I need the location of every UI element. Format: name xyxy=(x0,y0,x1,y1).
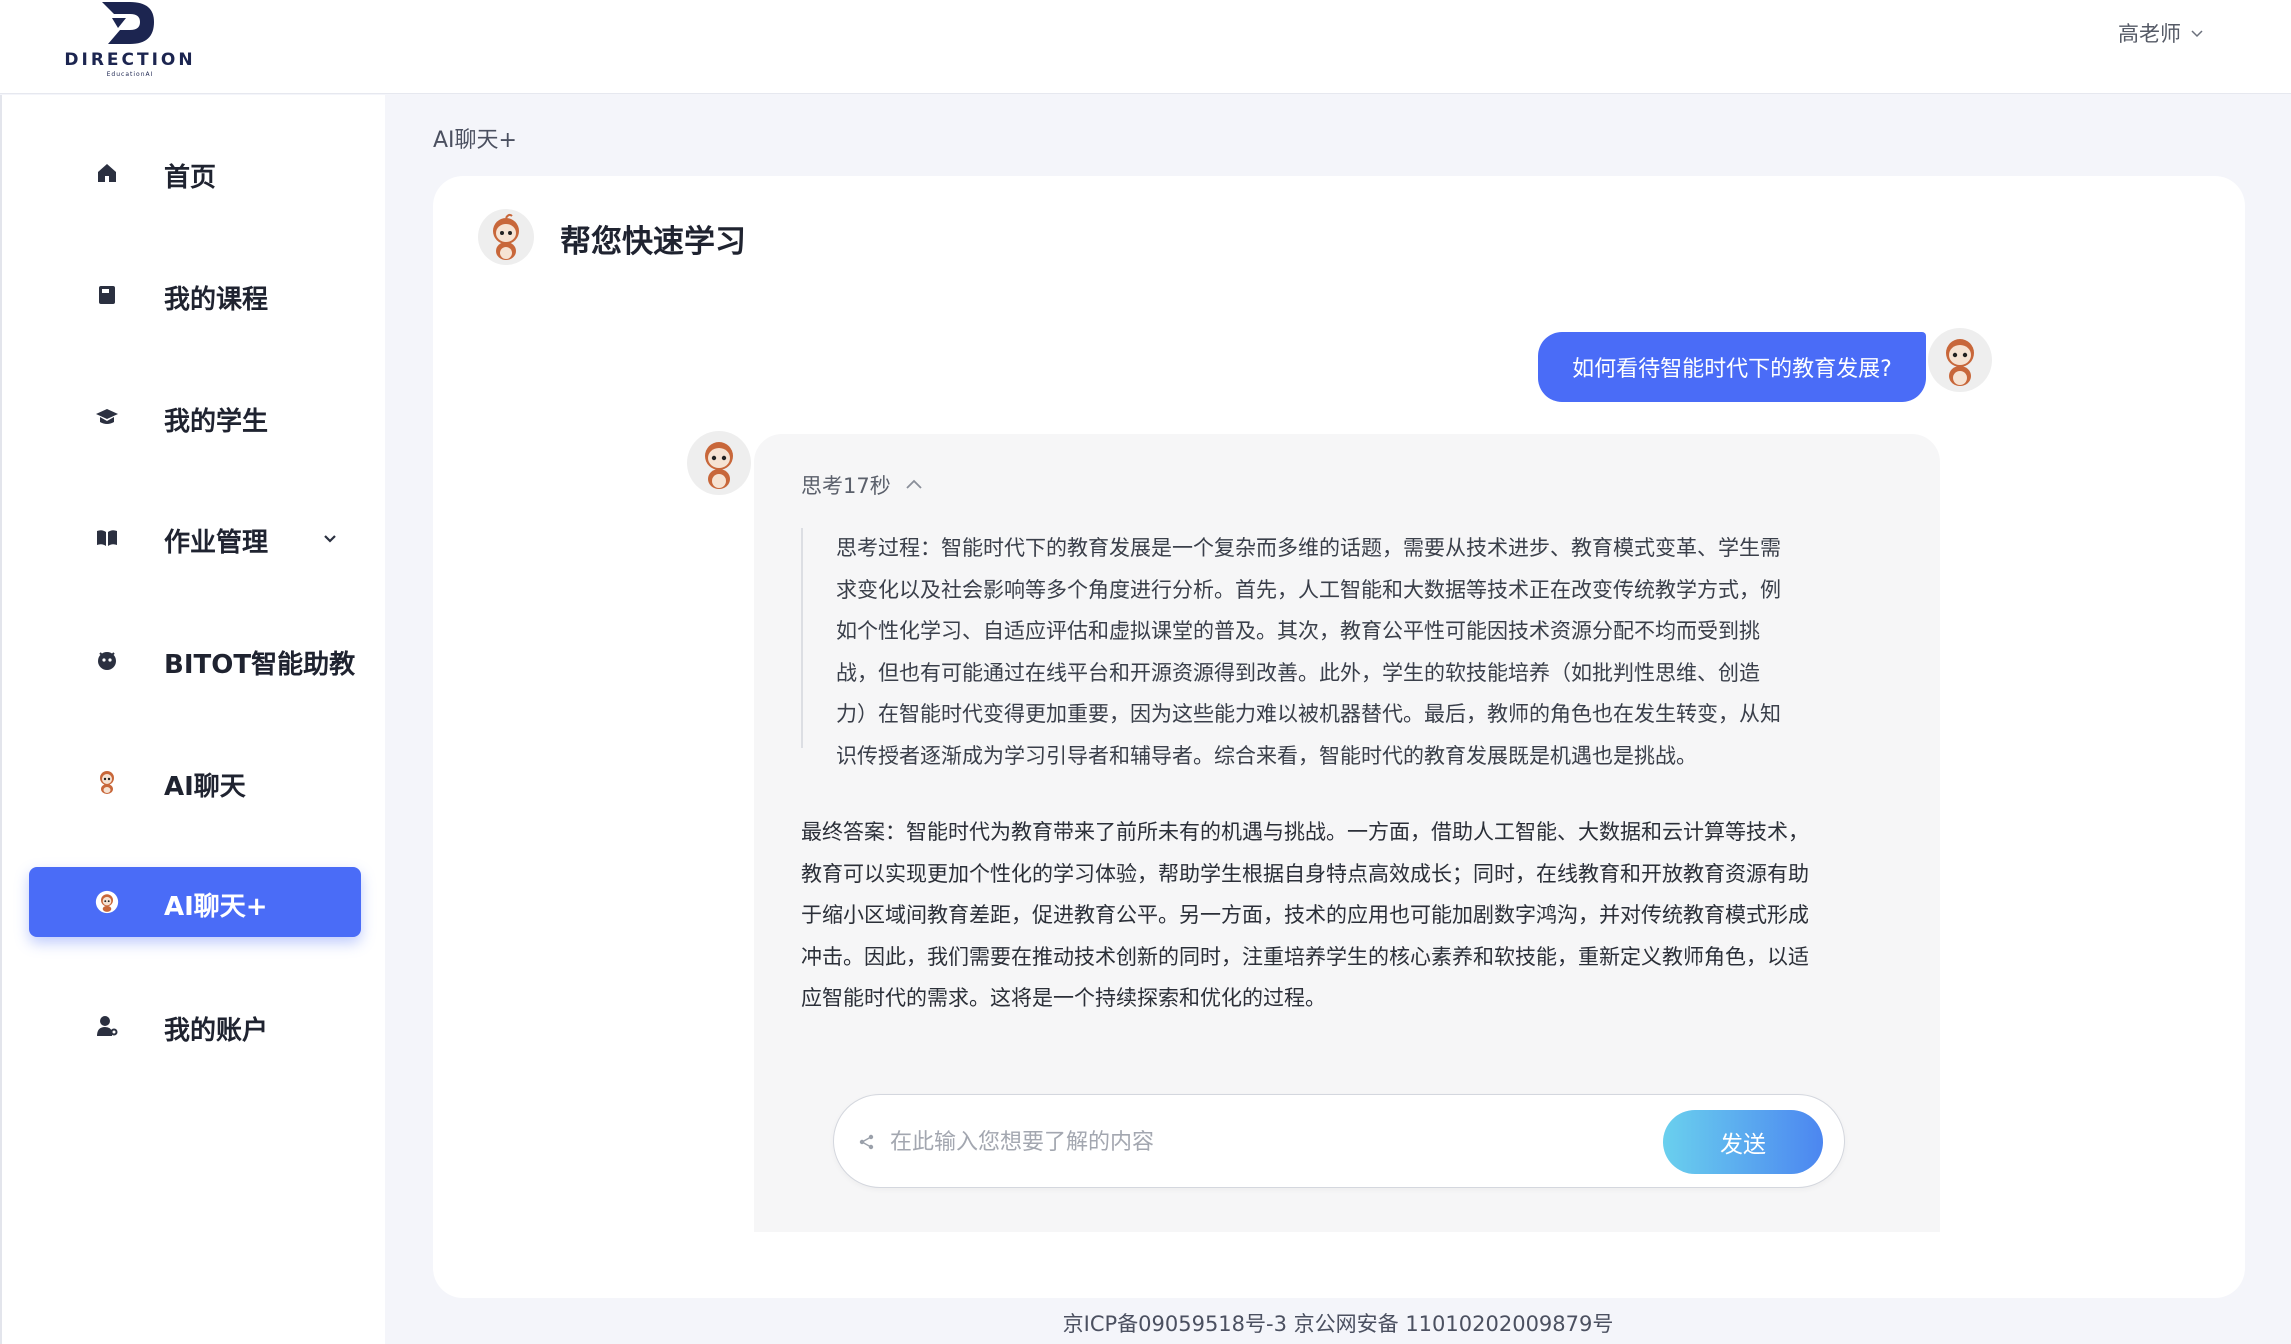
chevron-up-icon xyxy=(906,479,922,489)
logo-text: DIRECTION xyxy=(64,50,196,70)
final-answer-block: 最终答案：智能时代为教育带来了前所未有的机遇与挑战。一方面，借助人工智能、大数据… xyxy=(801,812,1901,1020)
answer-line: 冲击。因此，我们需要在推动技术创新的同时，注重培养学生的核心素养和软技能，重新定… xyxy=(801,944,1809,969)
user-icon xyxy=(95,1014,119,1038)
sidebar-item-label: 作业管理 xyxy=(164,528,269,558)
chat-input-box: 发送 xyxy=(833,1094,1845,1188)
footer-icp-text: 京ICP备09059518号-3 京公网安备 11010202009879号 xyxy=(1062,1312,1614,1336)
thinking-line: 识传授者逐渐成为学习引导者和辅导者。综合来看，智能时代的教育发展既是机遇也是挑战… xyxy=(836,743,1697,768)
thinking-line: 力）在智能时代变得更加重要，因为这些能力难以被机器替代。最后，教师的角色也在发生… xyxy=(836,702,1781,727)
sidebar-item-my-account[interactable]: 我的账户 xyxy=(29,991,361,1061)
chevron-down-icon xyxy=(2191,30,2203,38)
thinking-line: 如个性化学习、自适应评估和虚拟课堂的普及。其次，教育公平性可能因技术资源分配不均… xyxy=(836,619,1760,644)
thinking-line: 思考过程：智能时代下的教育发展是一个复杂而多维的话题，需要从技术进步、教育模式变… xyxy=(836,536,1781,560)
user-menu[interactable]: 高老师 xyxy=(2118,18,2205,48)
breadcrumb: AI聊天+ xyxy=(433,128,517,153)
sidebar-item-label: AI聊天 xyxy=(164,772,246,802)
mascot-avatar-icon xyxy=(478,209,534,265)
logo-mark-icon xyxy=(102,2,154,44)
thinking-toggle[interactable]: 思考17秒 xyxy=(801,470,925,500)
sidebar-item-bitot-assistant[interactable]: BITOT智能助教 xyxy=(29,625,361,695)
answer-line: 最终答案：智能时代为教育带来了前所未有的机遇与挑战。一方面，借助人工智能、大数据… xyxy=(801,820,1809,844)
sidebar-item-homework[interactable]: 作业管理 xyxy=(29,503,361,573)
mascot-icon xyxy=(95,890,119,914)
sidebar-item-label: BITOT智能助教 xyxy=(164,650,356,680)
user-message-bubble: 如何看待智能时代下的教育发展? xyxy=(1538,332,1926,402)
sidebar-item-label: AI聊天+ xyxy=(164,892,268,922)
share-icon xyxy=(859,1134,874,1150)
chevron-down-icon[interactable] xyxy=(321,529,339,547)
thinking-line: 求变化以及社会影响等多个角度进行分析。首先，人工智能和大数据等技术正在改变传统教… xyxy=(836,577,1781,602)
bot-avatar-icon xyxy=(687,431,751,495)
chat-title: 帮您快速学习 xyxy=(560,224,746,260)
thinking-process-block: 思考过程：智能时代下的教育发展是一个复杂而多维的话题，需要从技术进步、教育模式变… xyxy=(801,528,1841,768)
chat-input[interactable] xyxy=(890,1119,1650,1165)
home-icon xyxy=(95,161,119,185)
thinking-duration-label: 思考17秒 xyxy=(801,474,891,498)
sidebar-item-ai-chat-plus[interactable]: AI聊天+ xyxy=(29,867,361,937)
chat-card: 帮您快速学习 如何看待智能时代下的教育发展? 思考17秒 思考过程：智能时代下的… xyxy=(433,176,2245,1298)
sidebar-item-home[interactable]: 首页 xyxy=(29,138,361,208)
sidebar-item-ai-chat[interactable]: AI聊天 xyxy=(29,747,361,817)
send-button[interactable]: 发送 xyxy=(1663,1110,1823,1174)
book-icon xyxy=(95,526,119,550)
answer-line: 应智能时代的需求。这将是一个持续探索和优化的过程。 xyxy=(801,986,1326,1011)
course-icon xyxy=(95,283,119,307)
top-header: DIRECTION EducationAI 高老师 xyxy=(0,0,2291,94)
sidebar: 首页 我的课程 我的学生 作业管理 BITOT智能助教 AI聊天 AI聊天+ 我… xyxy=(0,95,385,1344)
answer-line: 教育可以实现更加个性化的学习体验，帮助学生根据自身特点高效成长；同时，在线教育和… xyxy=(801,861,1809,886)
robot-icon xyxy=(95,648,119,672)
mascot-icon xyxy=(95,770,119,794)
user-name: 高老师 xyxy=(2118,22,2181,46)
sidebar-item-label: 我的课程 xyxy=(164,285,269,315)
sidebar-item-my-courses[interactable]: 我的课程 xyxy=(29,260,361,330)
sidebar-item-my-students[interactable]: 我的学生 xyxy=(29,382,361,452)
user-avatar-icon xyxy=(1928,328,1992,392)
thinking-line: 战，但也有可能通过在线平台和开源资源得到改善。此外，学生的软技能培养（如批判性思… xyxy=(836,660,1760,685)
direction-logo[interactable]: DIRECTION EducationAI xyxy=(55,0,205,86)
answer-line: 于缩小区域间教育差距，促进教育公平。另一方面，技术的应用也可能加剧数字鸿沟，并对… xyxy=(801,903,1809,928)
graduation-cap-icon xyxy=(95,405,119,429)
sidebar-item-label: 我的学生 xyxy=(164,407,269,437)
logo-subtext: EducationAI xyxy=(106,71,154,78)
user-message-text: 如何看待智能时代下的教育发展? xyxy=(1572,357,1892,382)
sidebar-item-label: 首页 xyxy=(164,163,217,193)
sidebar-item-label: 我的账户 xyxy=(164,1016,269,1046)
